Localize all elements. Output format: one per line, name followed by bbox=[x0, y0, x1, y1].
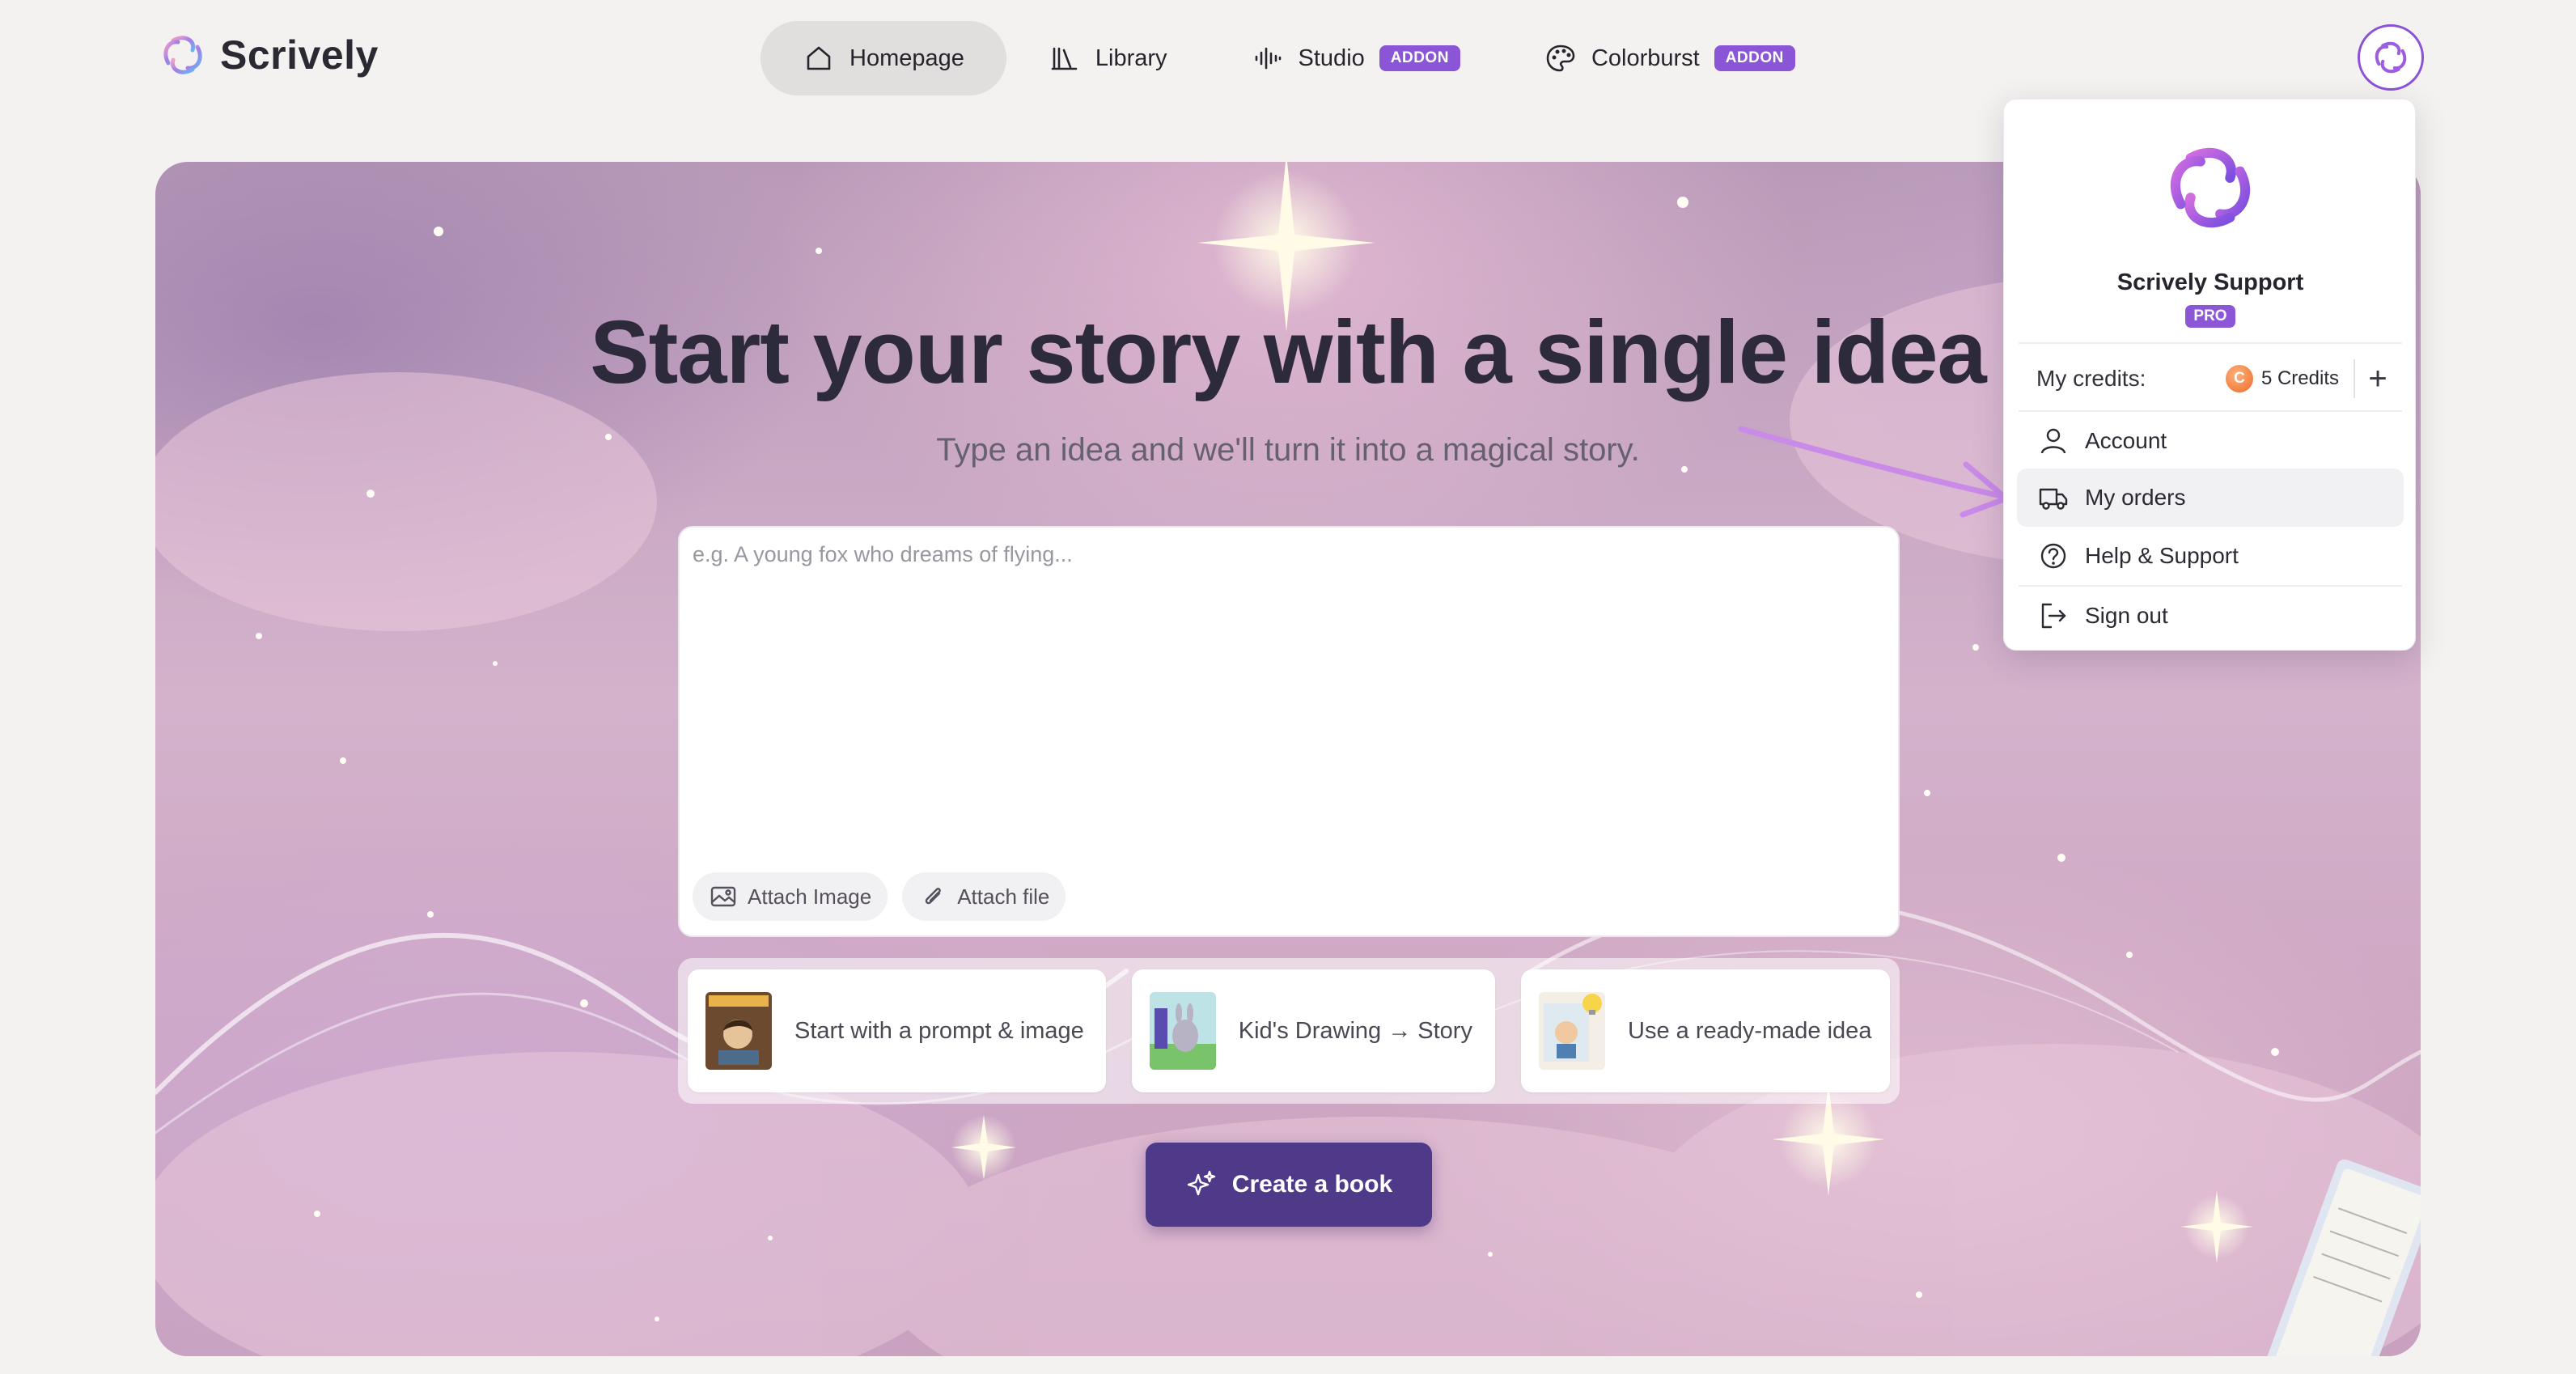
starter-kids-drawing[interactable]: Kid's Drawing → Story bbox=[1131, 969, 1495, 1092]
home-icon bbox=[807, 46, 831, 70]
addon-badge: ADDON bbox=[1714, 45, 1795, 71]
credits-value: 5 Credits bbox=[2260, 367, 2339, 389]
sparkles-icon bbox=[1187, 1170, 1215, 1196]
coin-icon: C bbox=[2225, 365, 2253, 392]
page: Scrively Homepage Library Studio ADDON C… bbox=[0, 0, 2576, 1374]
attach-file-button[interactable]: Attach file bbox=[902, 872, 1066, 921]
starter-label: Use a ready-made idea bbox=[1628, 1017, 1872, 1044]
paperclip-icon bbox=[925, 888, 942, 905]
app-name: Scrively bbox=[220, 32, 379, 78]
credits-label: My credits: bbox=[2036, 366, 2146, 391]
menu-item-account[interactable]: Account bbox=[2017, 412, 2404, 470]
nav-homepage-label: Homepage bbox=[849, 45, 964, 71]
starter-prompt-image[interactable]: Start with a prompt & image bbox=[688, 969, 1106, 1092]
starter-options: Start with a prompt & image Kid's Drawin… bbox=[678, 958, 1900, 1104]
user-name: Scrively Support bbox=[2116, 269, 2304, 295]
menu-item-help-support[interactable]: Help & Support bbox=[2017, 527, 2404, 585]
nav-colorburst-label: Colorburst bbox=[1591, 45, 1700, 71]
user-icon bbox=[2040, 428, 2066, 454]
nav-homepage[interactable]: Homepage bbox=[761, 21, 1006, 95]
create-book-label: Create a book bbox=[1231, 1171, 1393, 1198]
book-cover-thumbnail bbox=[705, 992, 772, 1070]
starter-ready-made-idea[interactable]: Use a ready-made idea bbox=[1521, 969, 1890, 1092]
attach-file-label: Attach file bbox=[957, 884, 1050, 909]
scrively-logo-icon bbox=[2375, 41, 2407, 74]
create-book-button[interactable]: Create a book bbox=[1146, 1143, 1432, 1227]
scrively-logo-icon bbox=[2170, 147, 2251, 228]
palette-icon bbox=[1546, 45, 1575, 72]
addon-badge: ADDON bbox=[1379, 45, 1460, 71]
app-logo[interactable]: Scrively bbox=[157, 29, 379, 81]
menu-item-label: My orders bbox=[2085, 485, 2186, 510]
nav-colorburst[interactable]: Colorburst ADDON bbox=[1502, 21, 1837, 95]
nav-library-label: Library bbox=[1095, 45, 1167, 71]
main-nav: Homepage Library Studio ADDON Colorburst… bbox=[761, 21, 1837, 95]
menu-item-label: Sign out bbox=[2085, 603, 2168, 628]
idea-thumbnail bbox=[1539, 992, 1605, 1070]
menu-item-my-orders[interactable]: My orders bbox=[2017, 469, 2404, 527]
divider bbox=[2019, 342, 2402, 344]
library-icon bbox=[1051, 47, 1078, 70]
user-dropdown-menu: Scrively Support PRO My credits: C 5 Cre… bbox=[2003, 99, 2416, 651]
menu-item-label: Account bbox=[2085, 428, 2167, 453]
attach-row: Attach Image Attach file bbox=[693, 872, 1066, 921]
nav-studio-label: Studio bbox=[1298, 45, 1365, 71]
nav-library[interactable]: Library bbox=[1006, 21, 1210, 95]
add-credits-button[interactable]: + bbox=[2354, 359, 2392, 398]
help-icon bbox=[2040, 543, 2066, 569]
truck-icon bbox=[2039, 488, 2068, 510]
credits-value-group: C 5 Credits + bbox=[2225, 359, 2392, 398]
credits-row: My credits: C 5 Credits + bbox=[2036, 357, 2392, 401]
drawing-thumbnail bbox=[1149, 992, 1216, 1070]
sign-out-icon bbox=[2041, 603, 2066, 629]
attach-image-label: Attach Image bbox=[748, 884, 872, 909]
menu-item-label: Help & Support bbox=[2085, 543, 2239, 568]
nav-studio[interactable]: Studio ADDON bbox=[1210, 21, 1502, 95]
story-idea-input[interactable] bbox=[693, 542, 1882, 842]
menu-item-sign-out[interactable]: Sign out bbox=[2017, 587, 2404, 645]
plan-badge: PRO bbox=[2185, 305, 2235, 328]
image-icon bbox=[710, 886, 736, 907]
user-avatar-button[interactable] bbox=[2358, 24, 2424, 91]
scrively-logo-icon bbox=[163, 36, 202, 74]
annotation-arrow-icon bbox=[1738, 426, 2010, 518]
attach-image-button[interactable]: Attach Image bbox=[693, 872, 888, 921]
starter-label: Kid's Drawing → Story bbox=[1238, 1017, 1472, 1044]
starter-label: Start with a prompt & image bbox=[794, 1017, 1084, 1044]
waveform-icon bbox=[1255, 47, 1281, 70]
story-prompt-box: Attach Image Attach file bbox=[678, 526, 1900, 937]
